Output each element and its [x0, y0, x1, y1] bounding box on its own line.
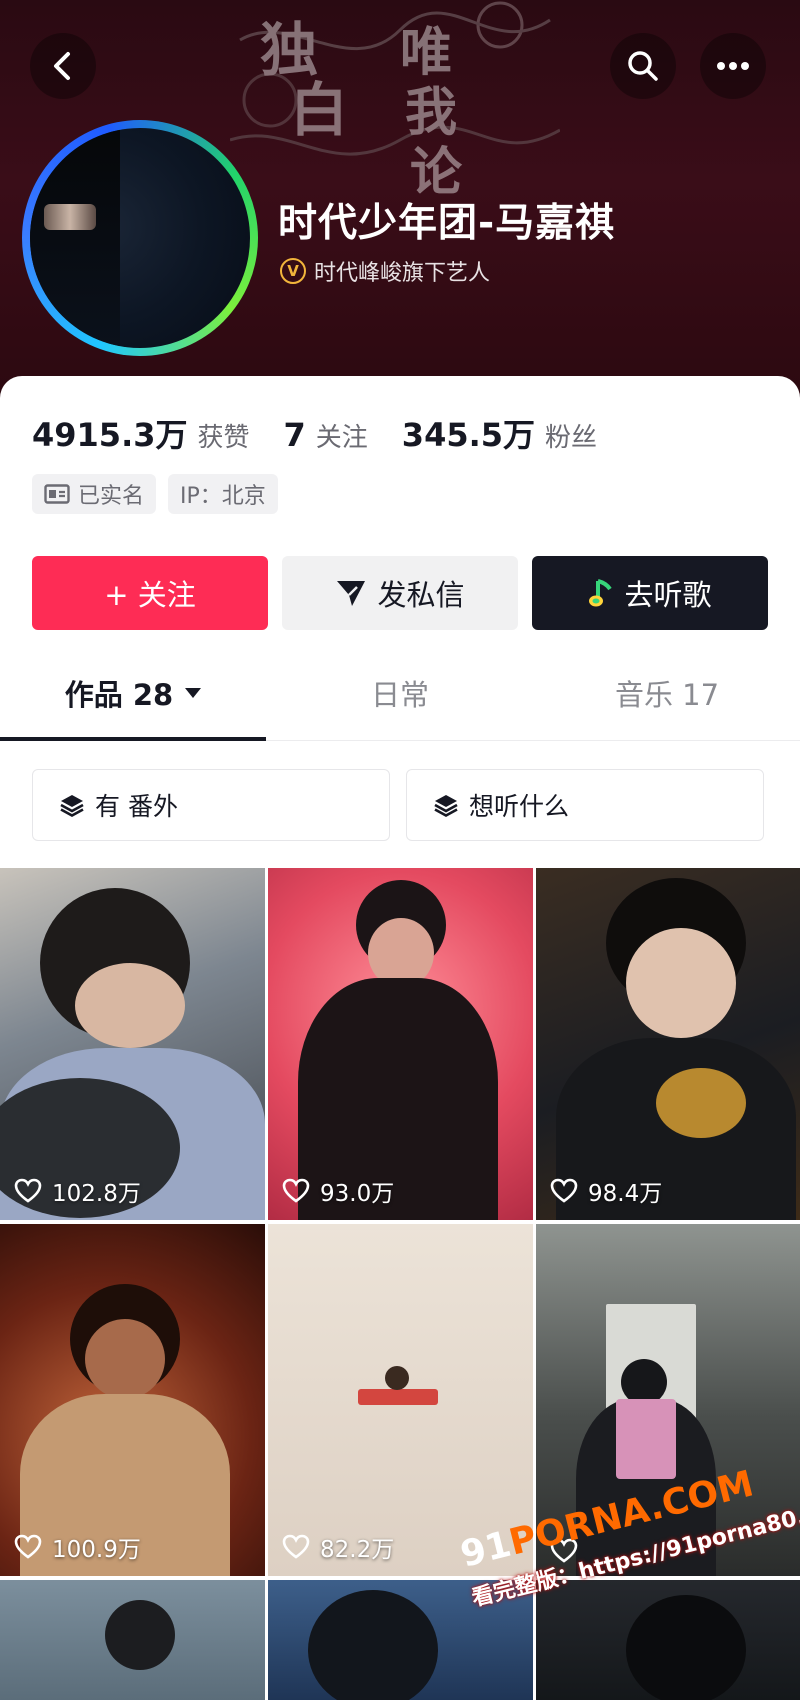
- thumbnail-gold-prop: [656, 1068, 746, 1138]
- ip-location-label: IP：北京: [180, 484, 266, 509]
- video-thumbnail[interactable]: 82.2万: [268, 1224, 533, 1576]
- collection-chip-extras[interactable]: 有 番外: [32, 769, 390, 841]
- followers-count[interactable]: 345.5万: [402, 410, 535, 456]
- video-likes-count: 100.9万: [52, 1537, 141, 1563]
- ip-location-tag: IP：北京: [168, 474, 278, 514]
- verification-line: V 时代峰峻旗下艺人: [280, 255, 490, 287]
- following-count[interactable]: 7: [284, 416, 306, 454]
- content-tabs: 作品 28 日常 音乐 17: [0, 646, 800, 741]
- video-likes-count: 93.0万: [320, 1181, 395, 1207]
- thumbnail-figure: [308, 1590, 438, 1700]
- heart-outline-icon: [14, 1534, 42, 1559]
- send-icon: [337, 581, 366, 606]
- likes-count[interactable]: 4915.3万: [32, 410, 188, 456]
- collection-filters: 有 番外 想听什么: [32, 769, 768, 843]
- real-name-label: 已实名: [78, 484, 145, 509]
- avatar-figure: [30, 128, 120, 348]
- video-thumbnail[interactable]: [536, 1224, 800, 1576]
- video-likes: 98.4万: [550, 1174, 662, 1208]
- profile-stats: 4915.3万 获赞 7 关注 345.5万 粉丝: [32, 410, 631, 456]
- followers-label: 粉丝: [545, 423, 598, 453]
- video-thumbnail[interactable]: [0, 1580, 265, 1700]
- layers-icon: [434, 795, 458, 817]
- collection-chip-extras-label: 有 番外: [95, 792, 178, 821]
- heart-outline-icon: [550, 1538, 578, 1563]
- thumbnail-face: [75, 963, 185, 1048]
- profile-actions: + 关注 发私信 去听歌: [32, 556, 768, 630]
- avatar[interactable]: [22, 120, 258, 356]
- tab-works[interactable]: 作品 28: [0, 646, 266, 741]
- video-likes-count: 82.2万: [320, 1537, 395, 1563]
- video-likes: 93.0万: [282, 1174, 394, 1208]
- thumbnail-figure: [105, 1600, 175, 1670]
- search-button[interactable]: [610, 33, 676, 99]
- tab-works-label: 作品 28: [64, 678, 174, 712]
- music-note-icon: [589, 579, 613, 607]
- following-label: 关注: [315, 423, 368, 453]
- banner-char-1: 独: [260, 16, 318, 84]
- message-label: 发私信: [377, 578, 465, 612]
- message-button[interactable]: 发私信: [282, 556, 518, 630]
- video-likes-count: 102.8万: [52, 1181, 141, 1207]
- more-button[interactable]: [700, 33, 766, 99]
- avatar-face: [44, 204, 96, 230]
- real-name-tag: 已实名: [32, 474, 157, 514]
- thumbnail-figure: [385, 1366, 409, 1390]
- thumbnail-table: [358, 1389, 438, 1405]
- video-likes: 82.2万: [282, 1530, 394, 1564]
- heart-outline-icon: [282, 1178, 310, 1203]
- banner-char-2: 白: [290, 76, 348, 144]
- banner-char-4: 我: [405, 82, 457, 143]
- thumbnail-face: [85, 1319, 165, 1399]
- video-thumbnail[interactable]: 98.4万: [536, 868, 800, 1220]
- listen-button[interactable]: 去听歌: [532, 556, 768, 630]
- verification-text: 时代峰峻旗下艺人: [314, 261, 491, 286]
- follow-button[interactable]: + 关注: [32, 556, 268, 630]
- chevron-left-icon: [54, 52, 70, 80]
- tab-music[interactable]: 音乐 17: [534, 646, 800, 740]
- video-thumbnail[interactable]: [536, 1580, 800, 1700]
- video-likes: 102.8万: [14, 1174, 141, 1208]
- layers-icon: [60, 795, 84, 817]
- thumbnail-figure: [626, 1595, 746, 1700]
- heart-outline-icon: [550, 1178, 578, 1203]
- video-likes: 100.9万: [14, 1530, 141, 1564]
- video-thumbnail[interactable]: 100.9万: [0, 1224, 265, 1576]
- heart-outline-icon: [282, 1534, 310, 1559]
- video-thumbnail[interactable]: 102.8万: [0, 868, 265, 1220]
- profile-tags: 已实名 IP：北京: [32, 474, 290, 514]
- more-dots-icon: [717, 62, 749, 70]
- active-tab-indicator: [0, 737, 266, 741]
- likes-label: 获赞: [197, 423, 250, 453]
- follow-label: + 关注: [104, 578, 196, 612]
- caret-down-icon: [185, 688, 202, 698]
- video-likes-count: 98.4万: [588, 1181, 663, 1207]
- collection-chip-listen[interactable]: 想听什么: [406, 769, 764, 841]
- thumbnail-face: [626, 928, 736, 1038]
- search-icon: [628, 51, 658, 81]
- tab-daily[interactable]: 日常: [267, 646, 533, 740]
- collection-chip-listen-label: 想听什么: [469, 792, 570, 821]
- profile-name: 时代少年团-马嘉祺: [278, 201, 616, 246]
- tab-music-label: 音乐 17: [614, 678, 720, 712]
- thumbnail-sash: [616, 1399, 676, 1479]
- banner-char-3: 唯: [400, 22, 452, 83]
- banner-artwork: 独 白 唯 我 论: [230, 1, 560, 200]
- heart-outline-icon: [14, 1178, 42, 1203]
- tab-daily-label: 日常: [370, 678, 429, 712]
- avatar-image: [30, 128, 250, 348]
- back-button[interactable]: [30, 33, 96, 99]
- video-thumbnail[interactable]: 93.0万: [268, 868, 533, 1220]
- listen-label: 去听歌: [624, 578, 712, 612]
- video-likes: [550, 1538, 588, 1564]
- id-card-icon: [44, 484, 70, 504]
- profile-header: 独 白 唯 我 论 时代少年团-马嘉祺 V 时代峰峻旗下艺人: [0, 0, 800, 400]
- video-thumbnail[interactable]: [268, 1580, 533, 1700]
- verified-v-icon: V: [280, 258, 306, 284]
